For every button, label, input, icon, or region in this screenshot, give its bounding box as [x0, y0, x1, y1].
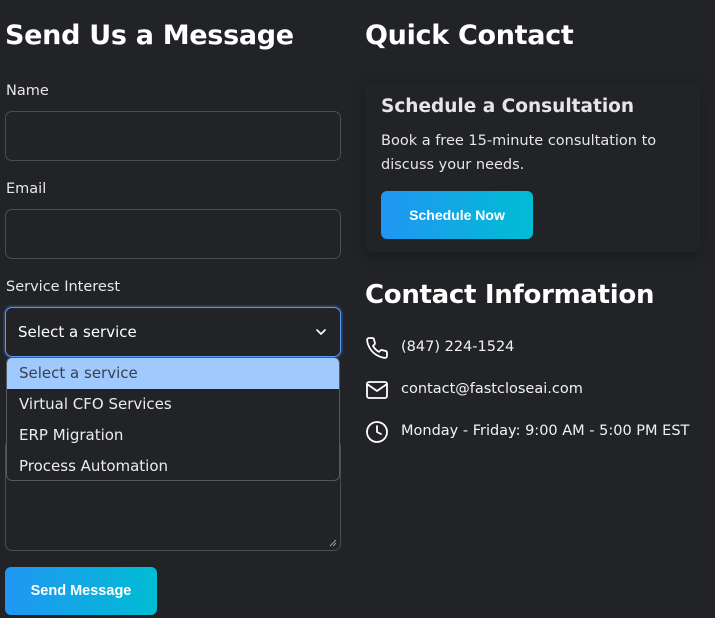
quick-contact-title: Quick Contact	[365, 20, 574, 51]
consultation-card: Schedule a Consultation Book a free 15-m…	[365, 82, 700, 252]
service-select[interactable]: Select a service	[5, 307, 341, 357]
service-option[interactable]: ERP Migration	[7, 420, 339, 451]
consultation-text: Book a free 15-minute consultation to di…	[381, 133, 657, 173]
email-text[interactable]: contact@fastcloseai.com	[401, 381, 583, 397]
hours-text: Monday - Friday: 9:00 AM - 5:00 PM EST	[401, 423, 690, 439]
service-select-value: Select a service	[18, 323, 137, 341]
email-input[interactable]	[5, 209, 341, 259]
schedule-now-button[interactable]: Schedule Now	[381, 191, 533, 239]
send-message-button[interactable]: Send Message	[5, 567, 157, 615]
mail-icon	[366, 381, 388, 399]
clock-icon	[366, 421, 388, 443]
service-option[interactable]: Virtual CFO Services	[7, 389, 339, 420]
email-label: Email	[6, 181, 47, 197]
name-label: Name	[6, 83, 49, 99]
consultation-title: Schedule a Consultation	[381, 96, 635, 117]
phone-text[interactable]: (847) 224-1524	[401, 339, 514, 355]
chevron-down-icon	[316, 329, 326, 335]
service-label: Service Interest	[6, 279, 121, 295]
service-dropdown: Select a service Virtual CFO Services ER…	[6, 357, 340, 481]
resize-handle-icon[interactable]	[329, 539, 337, 547]
service-option[interactable]: Select a service	[7, 358, 339, 389]
service-option[interactable]: Process Automation	[7, 451, 339, 480]
phone-icon	[366, 337, 388, 359]
name-input[interactable]	[5, 111, 341, 161]
form-title: Send Us a Message	[5, 20, 294, 51]
contact-info-title: Contact Information	[365, 280, 655, 310]
